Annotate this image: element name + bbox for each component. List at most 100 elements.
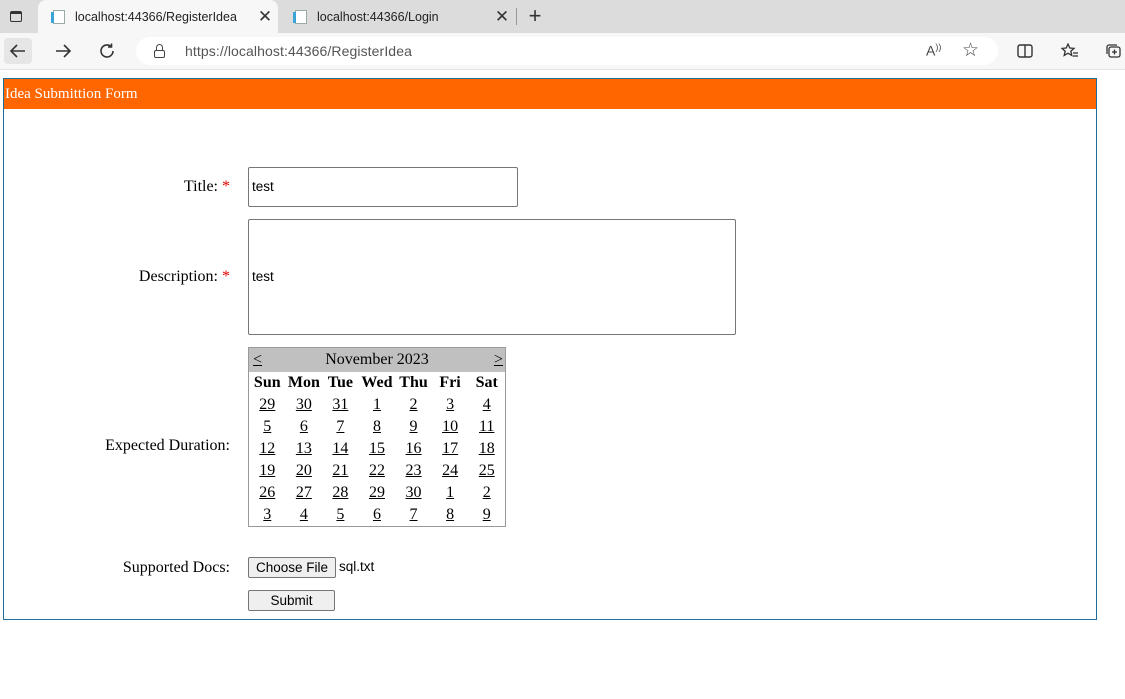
idea-form-panel: Idea Submittion Form Title: * test Descri… bbox=[3, 78, 1097, 620]
tab-login[interactable]: localhost:44366/Login ✕ bbox=[280, 0, 515, 33]
calendar-day-link[interactable]: 26 bbox=[259, 484, 275, 501]
calendar-day-link[interactable]: 21 bbox=[332, 462, 348, 479]
new-tab-plus-icon[interactable]: + bbox=[523, 3, 547, 28]
calendar-day-link[interactable]: 8 bbox=[446, 506, 454, 523]
url-text: https://localhost:44366/RegisterIdea bbox=[185, 43, 412, 59]
choose-file-button[interactable]: Choose File bbox=[248, 557, 336, 578]
calendar-day-link[interactable]: 11 bbox=[479, 418, 494, 435]
tab-label: localhost:44366/RegisterIdea bbox=[75, 9, 237, 24]
weekday-header: Wed bbox=[361, 374, 393, 391]
calendar-day-link[interactable]: 28 bbox=[332, 484, 348, 501]
calendar-day-link[interactable]: 5 bbox=[263, 418, 271, 435]
weekday-header: Mon bbox=[287, 374, 320, 391]
calendar-day-link[interactable]: 3 bbox=[263, 506, 271, 523]
favorites-icon[interactable] bbox=[1057, 38, 1083, 64]
calendar-day-link[interactable]: 30 bbox=[296, 396, 312, 413]
calendar-day-cell: 22 bbox=[359, 460, 396, 482]
calendar-day-link[interactable]: 2 bbox=[483, 484, 491, 501]
calendar-day-link[interactable]: 8 bbox=[373, 418, 381, 435]
calendar-day-link[interactable]: 3 bbox=[446, 396, 454, 413]
calendar-day-cell: 1 bbox=[432, 482, 469, 504]
tab-label: localhost:44366/Login bbox=[317, 9, 439, 24]
calendar-week-row: 3 4 5 6 7 8 9 bbox=[249, 504, 505, 526]
required-marker: * bbox=[222, 178, 230, 195]
lock-icon[interactable] bbox=[153, 44, 166, 58]
calendar-day-link[interactable]: 9 bbox=[483, 506, 491, 523]
calendar-day-cell: 2 bbox=[468, 482, 505, 504]
reload-icon[interactable] bbox=[93, 38, 121, 64]
calendar-day-cell: 3 bbox=[249, 504, 286, 526]
weekday-header: Thu bbox=[399, 374, 428, 391]
weekday-header: Sun bbox=[253, 374, 281, 391]
calendar-day-link[interactable]: 6 bbox=[373, 506, 381, 523]
page-favicon-icon bbox=[292, 9, 308, 25]
tab-close-icon[interactable]: ✕ bbox=[489, 7, 515, 27]
calendar-day-link[interactable]: 7 bbox=[410, 506, 418, 523]
calendar-day-link[interactable]: 24 bbox=[442, 462, 458, 479]
browser-address-bar: https://localhost:44366/RegisterIdea A))… bbox=[0, 33, 1125, 70]
calendar-day-link[interactable]: 14 bbox=[332, 440, 348, 457]
calendar-day-link[interactable]: 5 bbox=[336, 506, 344, 523]
calendar-day-cell: 4 bbox=[468, 394, 505, 416]
calendar-day-link[interactable]: 20 bbox=[296, 462, 312, 479]
calendar-day-link[interactable]: 12 bbox=[259, 440, 275, 457]
calendar-day-link[interactable]: 1 bbox=[446, 484, 454, 501]
tab-close-icon[interactable]: ✕ bbox=[252, 7, 278, 27]
calendar-day-link[interactable]: 30 bbox=[406, 484, 422, 501]
title-input[interactable]: test bbox=[248, 167, 518, 207]
form-header: Idea Submittion Form bbox=[4, 79, 1096, 109]
calendar-day-link[interactable]: 25 bbox=[479, 462, 495, 479]
calendar-day-link[interactable]: 18 bbox=[479, 440, 495, 457]
calendar-day-cell: 10 bbox=[432, 416, 469, 438]
calendar-day-cell: 20 bbox=[286, 460, 323, 482]
calendar-day-link[interactable]: 19 bbox=[259, 462, 275, 479]
calendar-day-link[interactable]: 13 bbox=[296, 440, 312, 457]
calendar-day-cell: 17 bbox=[432, 438, 469, 460]
collections-icon[interactable] bbox=[1100, 38, 1125, 64]
calendar-day-cell: 5 bbox=[249, 416, 286, 438]
calendar-day-cell: 5 bbox=[322, 504, 359, 526]
calendar-week-row: 26 27 28 29 30 1 2 bbox=[249, 482, 505, 504]
description-input[interactable]: test bbox=[248, 219, 736, 335]
calendar-day-cell: 6 bbox=[286, 416, 323, 438]
calendar-day-cell: 13 bbox=[286, 438, 323, 460]
calendar-day-link[interactable]: 16 bbox=[406, 440, 422, 457]
split-screen-icon[interactable] bbox=[1012, 38, 1038, 64]
calendar-day-cell: 19 bbox=[249, 460, 286, 482]
favorite-star-icon[interactable]: ☆ bbox=[962, 39, 979, 62]
calendar-day-link[interactable]: 9 bbox=[410, 418, 418, 435]
calendar-day-cell: 29 bbox=[249, 394, 286, 416]
weekday-header: Sat bbox=[475, 374, 498, 391]
forward-arrow-icon[interactable] bbox=[49, 38, 77, 64]
calendar-day-cell: 7 bbox=[322, 416, 359, 438]
calendar-day-link[interactable]: 31 bbox=[332, 396, 348, 413]
calendar-day-link[interactable]: 29 bbox=[369, 484, 385, 501]
submit-button[interactable]: Submit bbox=[248, 590, 335, 611]
calendar-day-link[interactable]: 10 bbox=[442, 418, 458, 435]
calendar-day-link[interactable]: 17 bbox=[442, 440, 458, 457]
calendar-header: November 2023 < > bbox=[249, 348, 505, 372]
required-marker: * bbox=[222, 268, 230, 285]
calendar-prev-link[interactable]: < bbox=[253, 351, 262, 369]
calendar-next-link[interactable]: > bbox=[494, 351, 503, 369]
calendar-day-link[interactable]: 1 bbox=[373, 396, 381, 413]
tab-register-idea[interactable]: localhost:44366/RegisterIdea ✕ bbox=[38, 0, 278, 33]
url-field[interactable]: https://localhost:44366/RegisterIdea A))… bbox=[136, 37, 998, 65]
back-arrow-icon[interactable] bbox=[4, 38, 32, 64]
calendar-day-link[interactable]: 7 bbox=[336, 418, 344, 435]
calendar-day-link[interactable]: 22 bbox=[369, 462, 385, 479]
calendar-day-link[interactable]: 27 bbox=[296, 484, 312, 501]
calendar-day-link[interactable]: 4 bbox=[300, 506, 308, 523]
calendar-day-link[interactable]: 15 bbox=[369, 440, 385, 457]
tab-actions-button[interactable] bbox=[5, 6, 27, 26]
calendar-day-link[interactable]: 23 bbox=[406, 462, 422, 479]
calendar-month-title: November 2023 bbox=[325, 351, 429, 368]
calendar-day-link[interactable]: 6 bbox=[300, 418, 308, 435]
calendar-day-link[interactable]: 2 bbox=[410, 396, 418, 413]
calendar-day-link[interactable]: 29 bbox=[259, 396, 275, 413]
calendar-day-cell: 14 bbox=[322, 438, 359, 460]
read-aloud-icon[interactable]: A)) bbox=[926, 42, 941, 59]
weekday-header: Fri bbox=[439, 374, 461, 391]
calendar-day-link[interactable]: 4 bbox=[483, 396, 491, 413]
tab-separator bbox=[516, 8, 517, 25]
